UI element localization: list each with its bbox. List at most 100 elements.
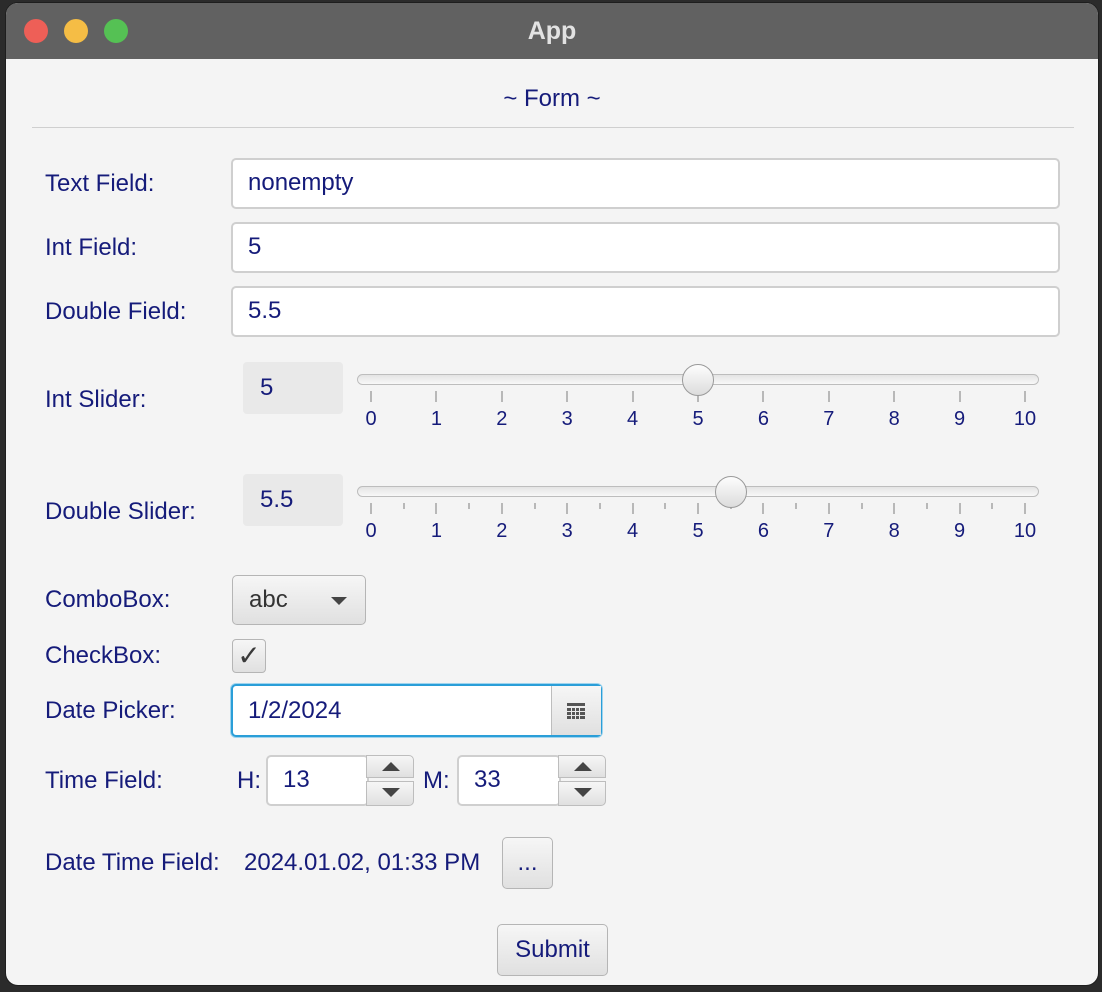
double-slider-value: 5.5 [243, 474, 343, 526]
slider-major-tick [827, 391, 830, 402]
slider-tick-label: 4 [627, 520, 639, 542]
down-arrow-icon [382, 788, 400, 797]
slider-major-tick [631, 391, 634, 402]
slider-tick-label: 6 [757, 520, 769, 542]
close-window-button[interactable] [24, 19, 48, 43]
checkbox-label: CheckBox: [45, 642, 162, 669]
slider-major-tick [762, 503, 765, 514]
date-time-picker-button[interactable]: ... [502, 837, 553, 889]
slider-tick-label: 1 [430, 520, 442, 542]
minute-label: M: [423, 767, 450, 794]
slider-thumb[interactable] [682, 364, 714, 396]
minute-increment-button[interactable] [558, 755, 606, 778]
slider-tick-label: 10 [1013, 520, 1037, 542]
slider-tick-label: 5 [692, 408, 704, 430]
dropdown-arrow-icon [331, 597, 347, 605]
up-arrow-icon [574, 762, 592, 771]
minute-input[interactable]: 33 [457, 755, 561, 806]
slider-major-tick [762, 391, 765, 402]
combobox-label: ComboBox: [45, 586, 171, 613]
slider-tick-label: 8 [888, 408, 900, 430]
date-picker-button[interactable] [551, 686, 601, 735]
hour-input[interactable]: 13 [266, 755, 369, 806]
slider-minor-tick [860, 503, 863, 509]
time-field-label: Time Field: [45, 767, 163, 794]
up-arrow-icon [382, 762, 400, 771]
maximize-window-button[interactable] [104, 19, 128, 43]
slider-major-tick [893, 391, 896, 402]
date-time-value: 2024.01.02, 01:33 PM [244, 849, 481, 876]
slider-major-tick [893, 503, 896, 514]
slider-tick-label: 0 [365, 520, 377, 542]
title-bar: App [6, 3, 1098, 59]
hour-decrement-button[interactable] [366, 781, 414, 806]
title-separator [32, 127, 1074, 128]
slider-minor-tick [795, 503, 798, 509]
int-slider[interactable]: 0 1 2 3 4 5 6 7 8 9 10 [357, 362, 1039, 438]
slider-minor-tick [598, 503, 601, 509]
slider-tick-label: 6 [757, 408, 769, 430]
slider-major-tick [1024, 503, 1026, 514]
slider-tick-label: 2 [496, 520, 508, 542]
minimize-window-button[interactable] [64, 19, 88, 43]
form-title: ~ Form ~ [503, 85, 601, 112]
slider-tick-label: 3 [561, 520, 573, 542]
slider-thumb[interactable] [714, 476, 747, 508]
calendar-icon [567, 703, 585, 719]
checkbox[interactable]: ✓ [232, 639, 266, 673]
slider-tick-label: 1 [430, 408, 442, 430]
slider-tick-label: 9 [954, 520, 966, 542]
int-field-input[interactable]: 5 [231, 222, 1060, 273]
slider-major-tick [827, 503, 830, 514]
slider-major-tick [435, 391, 438, 402]
minute-decrement-button[interactable] [558, 781, 606, 806]
slider-tick-label: 9 [954, 408, 966, 430]
slider-minor-tick [468, 503, 471, 509]
int-slider-label: Int Slider: [45, 386, 147, 413]
slider-major-tick [370, 391, 372, 402]
slider-tick-label: 4 [627, 408, 639, 430]
combobox[interactable]: abc [232, 575, 366, 625]
slider-tick-label: 7 [823, 408, 835, 430]
submit-button[interactable]: Submit [497, 924, 608, 976]
slider-tick-label: 3 [561, 408, 573, 430]
slider-major-tick [566, 391, 569, 402]
text-field-label: Text Field: [45, 170, 155, 197]
slider-major-tick [566, 503, 569, 514]
slider-major-tick [958, 391, 961, 402]
date-picker-label: Date Picker: [45, 697, 176, 724]
hour-label: H: [237, 767, 261, 794]
slider-major-tick [697, 503, 699, 514]
slider-tick-label: 10 [1013, 408, 1037, 430]
slider-major-tick [500, 391, 503, 402]
double-slider[interactable]: 0 1 2 3 4 5 6 7 8 9 10 [357, 474, 1039, 550]
slider-tick-label: 8 [888, 520, 900, 542]
slider-minor-tick [925, 503, 928, 509]
slider-tick-label: 7 [823, 520, 835, 542]
date-picker-input[interactable]: 1/2/2024 [248, 686, 341, 735]
text-field-input[interactable]: nonempty [231, 158, 1060, 209]
slider-minor-tick [402, 503, 405, 509]
slider-tick-label: 5 [692, 520, 704, 542]
window-title: App [527, 17, 577, 45]
slider-minor-tick [664, 503, 667, 509]
slider-major-tick [631, 503, 634, 514]
hour-increment-button[interactable] [366, 755, 414, 778]
int-slider-value: 5 [243, 362, 343, 414]
app-window: App ~ Form ~ Text Field: nonempty Int Fi… [6, 3, 1098, 985]
date-time-field-label: Date Time Field: [45, 849, 220, 876]
slider-minor-tick [533, 503, 536, 509]
date-picker: 1/2/2024 [231, 684, 602, 737]
down-arrow-icon [574, 788, 592, 797]
double-field-input[interactable]: 5.5 [231, 286, 1060, 337]
slider-minor-tick [991, 503, 994, 509]
slider-major-tick [958, 503, 961, 514]
slider-track[interactable] [357, 486, 1039, 497]
checkmark-icon: ✓ [237, 640, 261, 671]
combobox-selected-value: abc [249, 586, 288, 613]
double-slider-label: Double Slider: [45, 498, 196, 525]
slider-major-tick [500, 503, 503, 514]
slider-major-tick [370, 503, 372, 514]
slider-tick-label: 2 [496, 408, 508, 430]
int-field-label: Int Field: [45, 234, 138, 261]
